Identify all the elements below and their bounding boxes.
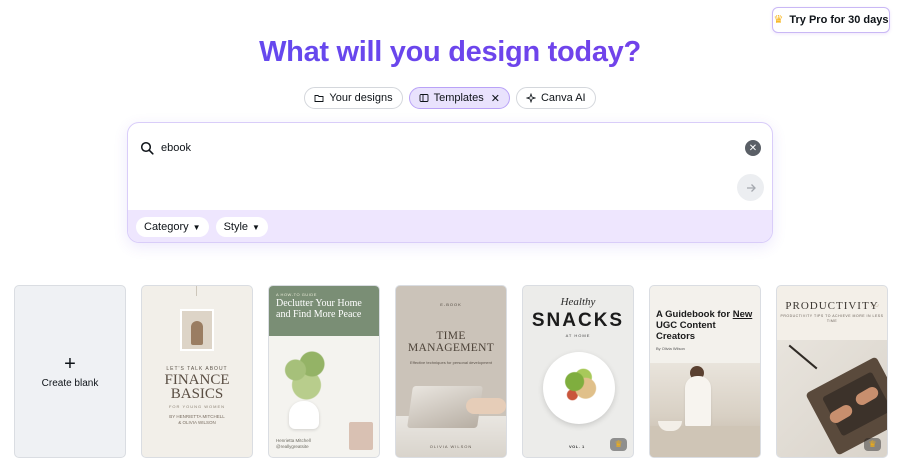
submit-search-button[interactable]	[737, 174, 764, 201]
crown-icon: ♛	[773, 13, 784, 26]
cover-title: FINANCE BASICS	[142, 372, 252, 402]
template-card-finance-basics[interactable]: LET'S TALK ABOUT FINANCE BASICS FOR YOUN…	[141, 285, 253, 458]
pro-badge: ♛	[610, 438, 627, 451]
hand-image	[466, 398, 506, 414]
folder-icon	[314, 95, 324, 102]
cover-photo	[180, 309, 214, 351]
cover-kicker: A HOW-TO GUIDE	[276, 292, 317, 297]
chevron-down-icon: ▼	[252, 222, 260, 232]
plus-icon: +	[64, 353, 76, 375]
template-card-declutter[interactable]: A HOW-TO GUIDE Declutter Your Home and F…	[268, 285, 380, 458]
template-icon	[419, 94, 429, 102]
cover-title: PRODUCTIVITY	[785, 300, 879, 312]
cover-title-underlined: New	[732, 309, 753, 320]
person-figure	[685, 376, 711, 428]
cover-caption-line: @reallygreatsite	[276, 444, 309, 449]
tab-label: Your designs	[329, 92, 393, 104]
vase-image	[289, 401, 319, 429]
template-card-productivity[interactable]: ~ PRODUCTIVITY PRODUCTIVITY TIPS TO ACHI…	[776, 285, 888, 458]
filter-label: Style	[223, 221, 249, 233]
search-panel: ebook ✕ Category ▼ Style ▼	[127, 122, 773, 243]
template-card-time-management[interactable]: E-BOOK TIME MANAGEMENT Effective techniq…	[395, 285, 507, 458]
cover-byline: By Olivia Wilson	[656, 346, 685, 351]
tab-templates[interactable]: Templates ✕	[408, 87, 510, 109]
chevron-down-icon: ▼	[192, 222, 201, 232]
cover-title-line: TIME	[436, 330, 466, 342]
filter-bar: Category ▼ Style ▼	[128, 210, 772, 242]
food-image	[557, 364, 601, 408]
search-mode-tabs: Your designs Templates ✕ Canva AI	[0, 87, 900, 109]
cover-title: Declutter Your Home and Find More Peace	[276, 298, 362, 320]
cover-volume: VOL. 1	[569, 444, 585, 449]
cover-author: OLIVIA WILSON	[429, 444, 473, 449]
create-blank-label: Create blank	[41, 378, 99, 389]
tab-label: Canva AI	[540, 92, 586, 104]
arrow-right-icon	[746, 183, 756, 192]
cover-subtitle: PRODUCTIVITY TIPS TO ACHIEVE MORE IN LES…	[780, 314, 884, 323]
cover-title-part: UGC Content Creators	[656, 320, 716, 342]
crown-icon: ♛	[868, 439, 877, 449]
search-icon	[140, 141, 154, 155]
cover-subtitle: FOR YOUNG WOMEN	[168, 404, 226, 409]
cover-title: A Guidebook for New UGC Content Creators	[656, 309, 756, 342]
cover-title-line: BASICS	[170, 386, 224, 402]
category-filter-button[interactable]: Category ▼	[136, 217, 209, 237]
cover-title-line: MANAGEMENT	[407, 342, 495, 354]
search-value[interactable]: ebook	[161, 142, 191, 154]
author-photo	[349, 422, 373, 450]
cover-title-line: FINANCE	[164, 372, 230, 388]
create-blank-card[interactable]: + Create blank	[14, 285, 126, 458]
template-results: + Create blank LET'S TALK ABOUT FINANCE …	[14, 285, 888, 458]
cover-title: TIME MANAGEMENT	[396, 330, 506, 354]
person-figure	[191, 321, 203, 345]
cover-subtitle: AT HOME	[565, 333, 591, 338]
cover-kicker: E-BOOK	[440, 302, 462, 307]
cover-author-line: & OLIVIA WILSON	[178, 420, 216, 425]
tab-label: Templates	[433, 92, 484, 104]
cover-subtitle: Effective techniques for personal develo…	[410, 360, 492, 365]
sparkle-icon	[525, 93, 536, 103]
cover-authors: BY HENRIETTA MITCHELL & OLIVIA WILSON	[142, 414, 252, 426]
try-pro-label: Try Pro for 30 days	[789, 14, 889, 26]
plant-image	[279, 346, 334, 406]
page-title: What will you design today?	[0, 36, 900, 69]
cover-kicker: Healthy	[560, 296, 596, 308]
template-card-healthy-snacks[interactable]: Healthy SNACKS AT HOME VOL. 1 ♛	[522, 285, 634, 458]
crown-icon: ♛	[614, 439, 623, 449]
close-icon[interactable]: ✕	[491, 92, 500, 105]
decorative-line	[196, 286, 197, 296]
filter-label: Category	[144, 221, 189, 233]
tab-canva-ai[interactable]: Canva AI	[515, 87, 596, 109]
search-input[interactable]: ebook	[140, 141, 191, 155]
close-icon: ✕	[748, 142, 758, 154]
template-card-ugc-guidebook[interactable]: A Guidebook for New UGC Content Creators…	[649, 285, 761, 458]
clear-search-button[interactable]: ✕	[745, 140, 761, 156]
style-filter-button[interactable]: Style ▼	[215, 217, 268, 237]
tab-your-designs[interactable]: Your designs	[304, 87, 403, 109]
pro-badge: ♛	[864, 438, 881, 451]
try-pro-button[interactable]: ♛ Try Pro for 30 days	[772, 7, 890, 33]
cover-title: SNACKS	[531, 310, 625, 331]
cover-title-part: A Guidebook for	[656, 309, 731, 320]
cover-caption: Henrietta Mitchell @reallygreatsite	[276, 438, 311, 450]
